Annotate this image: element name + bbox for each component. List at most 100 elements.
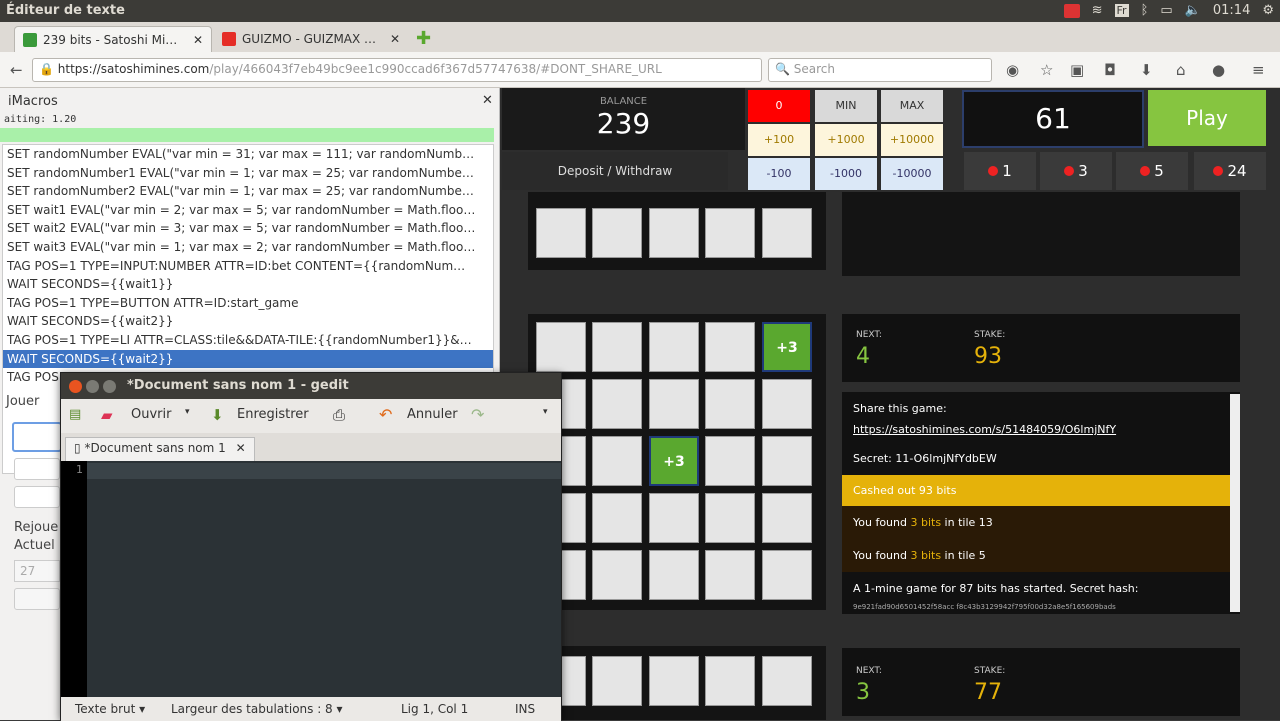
tile[interactable] [649,493,699,543]
mines-5-button[interactable]: 5 [1116,152,1188,190]
clipboard-icon[interactable]: ▣ [1070,61,1084,79]
gedit-titlebar[interactable]: *Document sans nom 1 - gedit [61,373,561,399]
log-scrollbar[interactable] [1230,394,1240,612]
close-window-icon[interactable] [69,380,82,393]
toolbar-overflow-icon[interactable]: ▾ [543,407,548,417]
clock[interactable]: 01:14 [1213,3,1250,18]
tile[interactable] [705,550,755,600]
close-sidebar-icon[interactable]: ✕ [482,93,493,108]
tile[interactable] [762,493,812,543]
bookmark-star-icon[interactable]: ☆ [1040,61,1053,79]
mines-24-button[interactable]: 24 [1194,152,1266,190]
tile[interactable] [762,436,812,486]
text-editor-area[interactable] [87,461,561,697]
tile[interactable] [649,322,699,372]
bet-min-button[interactable]: MIN [815,90,877,122]
tile[interactable] [762,550,812,600]
tile[interactable] [762,656,812,706]
undo-button[interactable]: Annuler [407,407,458,422]
save-button[interactable]: Enregistrer [237,407,309,422]
tile[interactable] [762,379,812,429]
extension-icon[interactable]: ◉ [1006,61,1019,79]
bet-minus-100-button[interactable]: -100 [748,158,810,190]
tile[interactable] [592,436,642,486]
tile[interactable] [592,656,642,706]
replay-button[interactable] [14,588,60,610]
tile[interactable] [592,493,642,543]
play-tab-label[interactable]: Jouer [6,394,39,409]
tile[interactable] [592,208,642,258]
play-button[interactable] [12,422,62,452]
new-document-icon[interactable]: ▤ [69,407,81,422]
open-button[interactable]: Ouvrir [131,407,171,422]
tile[interactable] [536,322,586,372]
maximize-window-icon[interactable] [103,380,116,393]
macro-line[interactable]: WAIT SECONDS={{wait2}} [3,312,493,331]
mines-3-button[interactable]: 3 [1040,152,1112,190]
tile[interactable] [705,322,755,372]
tile[interactable] [536,208,586,258]
bet-max-button[interactable]: MAX [881,90,943,122]
bet-zero-button[interactable]: 0 [748,90,810,122]
share-link[interactable]: https://satoshimines.com/s/51484059/O6lm… [842,419,1240,440]
bluetooth-icon[interactable]: ᛒ [1141,3,1149,18]
macro-line[interactable]: WAIT SECONDS={{wait1}} [3,275,493,294]
macro-line[interactable]: SET randomNumber EVAL("var min = 31; var… [3,145,493,164]
macro-line[interactable]: SET wait1 EVAL("var min = 2; var max = 5… [3,201,493,220]
redo-icon[interactable]: ↷ [471,405,484,424]
tile[interactable] [705,208,755,258]
tile[interactable] [649,550,699,600]
bet-minus-1000-button[interactable]: -1000 [815,158,877,190]
undo-icon[interactable]: ↶ [379,405,392,424]
bet-plus-1000-button[interactable]: +1000 [815,124,877,156]
tile[interactable] [705,379,755,429]
volume-icon[interactable]: 🔈 [1185,3,1201,18]
macro-line[interactable]: TAG POS=1 TYPE=BUTTON ATTR=ID:start_game [3,294,493,313]
battery-icon[interactable]: ▭ [1160,3,1172,18]
tab-width-selector[interactable]: Largeur des tabulations : 8 ▾ [171,702,343,716]
macro-line[interactable]: SET wait2 EVAL("var min = 3; var max = 5… [3,219,493,238]
menu-icon[interactable]: ≡ [1252,61,1265,79]
print-icon[interactable]: ⎙ [333,406,345,424]
macro-line[interactable]: SET wait3 EVAL("var min = 1; var max = 2… [3,238,493,257]
close-tab-icon[interactable]: ✕ [390,32,400,46]
new-tab-icon[interactable]: ✚ [416,28,431,49]
revealed-tile[interactable]: +3 [762,322,812,372]
wifi-icon[interactable]: ≋ [1092,3,1103,18]
save-icon[interactable]: ⬇ [211,406,224,424]
pause-button[interactable] [14,458,60,480]
tab-satoshimines[interactable]: 239 bits - Satoshi Mi… ✕ [14,26,212,52]
syntax-mode-selector[interactable]: Texte brut ▾ [75,702,145,716]
stop-button[interactable] [14,486,60,508]
tile[interactable] [762,208,812,258]
tile[interactable] [592,379,642,429]
search-input[interactable]: 🔍 Search [768,58,992,82]
bet-plus-10000-button[interactable]: +10000 [881,124,943,156]
url-bar[interactable]: 🔒 https://satoshimines.com/play/466043f7… [32,58,762,82]
tile[interactable] [592,550,642,600]
macro-line[interactable]: WAIT SECONDS={{wait2}} [3,349,493,369]
play-button[interactable]: Play [1148,90,1266,146]
keyboard-layout[interactable]: Fr [1114,4,1129,17]
settings-gear-icon[interactable]: ⚙ [1262,3,1274,18]
macro-line[interactable]: TAG POS=1 TYPE=INPUT:NUMBER ATTR=ID:bet … [3,257,493,276]
tile[interactable] [705,436,755,486]
tile[interactable] [649,656,699,706]
open-dropdown-icon[interactable]: ▾ [185,407,190,417]
tile[interactable] [705,493,755,543]
macro-line[interactable]: TAG POS=1 TYPE=LI ATTR=CLASS:tile&&DATA-… [3,331,493,350]
home-icon[interactable]: ⌂ [1176,61,1186,79]
macro-line[interactable]: SET randomNumber1 EVAL("var min = 1; var… [3,164,493,183]
tile[interactable] [592,322,642,372]
deposit-withdraw-button[interactable]: Deposit / Withdraw [502,152,728,190]
bet-minus-10000-button[interactable]: -10000 [881,158,943,190]
macro-line[interactable]: SET randomNumber2 EVAL("var min = 1; var… [3,182,493,201]
bet-amount-input[interactable]: 61 [962,90,1144,148]
close-tab-icon[interactable]: ✕ [193,33,203,47]
indicator-icon[interactable] [1063,3,1080,18]
bet-plus-100-button[interactable]: +100 [748,124,810,156]
chat-icon[interactable]: ● [1212,61,1225,79]
back-icon[interactable]: ← [10,61,23,79]
document-tab[interactable]: ▯ *Document sans nom 1 ✕ [65,437,255,461]
tab-youtube[interactable]: GUIZMO - GUIZMAX … ✕ [214,26,408,52]
